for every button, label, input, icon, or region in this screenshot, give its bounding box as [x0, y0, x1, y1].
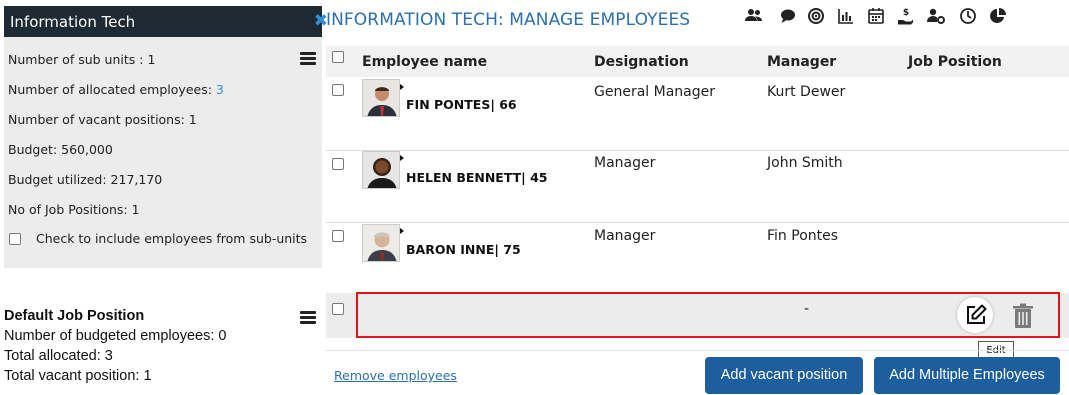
remove-employees-link[interactable]: Remove employees: [334, 368, 457, 383]
row-checkbox[interactable]: [332, 230, 344, 242]
row-checkbox[interactable]: [332, 303, 344, 315]
col-job-position[interactable]: Job Position: [908, 54, 1002, 70]
allocated-count-link[interactable]: 3: [216, 82, 224, 97]
budgeted-employees: Number of budgeted employees: 0: [4, 328, 227, 344]
manager-cell: Fin Pontes: [767, 228, 839, 244]
unit-menu-icon[interactable]: [300, 52, 316, 65]
table-row[interactable]: FIN PONTES| 66 General Manager Kurt Dewe…: [326, 77, 1069, 151]
include-sub-units-checkbox[interactable]: [9, 233, 21, 245]
avatar[interactable]: [362, 224, 400, 262]
add-vacant-position-button[interactable]: Add vacant position: [705, 357, 863, 394]
vacant-position-value: -: [804, 301, 810, 317]
trash-icon: [1013, 303, 1033, 328]
col-designation[interactable]: Designation: [594, 54, 689, 70]
employee-name[interactable]: FIN PONTES| 66: [406, 97, 517, 112]
include-sub-units-label: Check to include employees from sub-unit…: [36, 231, 308, 246]
unit-title: Information Tech: [10, 13, 136, 31]
row-checkbox[interactable]: [332, 84, 344, 96]
designation-cell: Manager: [594, 155, 656, 171]
unit-info-panel: Information Tech ✖ Number of sub units :…: [4, 6, 328, 268]
default-job-menu-icon[interactable]: [300, 311, 316, 324]
bar-chart-icon[interactable]: [836, 6, 856, 26]
table-header: Employee name Designation Manager Job Po…: [326, 46, 1069, 77]
payment-icon[interactable]: $: [896, 6, 916, 26]
manager-cell: Kurt Dewer: [767, 84, 846, 100]
employee-name[interactable]: HELEN BENNETT| 45: [406, 170, 548, 185]
job-positions-stat: No of Job Positions: 1: [8, 202, 140, 217]
avatar[interactable]: [362, 151, 400, 189]
edit-button[interactable]: [957, 297, 993, 333]
chat-icon[interactable]: [778, 6, 798, 26]
allocated-label: Number of allocated employees:: [8, 82, 216, 97]
table-row[interactable]: HELEN BENNETT| 45 Manager John Smith: [326, 151, 1069, 223]
pie-chart-icon[interactable]: [988, 6, 1008, 26]
allocated-stat: Number of allocated employees: 3: [8, 82, 224, 97]
col-employee-name[interactable]: Employee name: [362, 54, 487, 70]
default-job-title: Default Job Position: [4, 308, 145, 324]
user-settings-icon[interactable]: [926, 6, 946, 26]
unit-info-header: Information Tech ✖: [4, 6, 328, 37]
default-job-position: Default Job Position Number of budgeted …: [4, 306, 322, 386]
total-vacant: Total vacant position: 1: [4, 368, 152, 384]
clock-icon[interactable]: [958, 6, 978, 26]
delete-button[interactable]: [1012, 303, 1034, 333]
vacant-position-row[interactable]: -: [326, 292, 1069, 338]
employees-table: Employee name Designation Manager Job Po…: [326, 46, 1069, 338]
avatar[interactable]: [362, 79, 400, 117]
vacant-stat: Number of vacant positions: 1: [8, 112, 197, 127]
calendar-icon[interactable]: [866, 6, 886, 26]
designation-cell: General Manager: [594, 84, 715, 100]
select-all-checkbox[interactable]: [332, 51, 344, 63]
page-title: INFORMATION TECH: MANAGE EMPLOYEES: [326, 10, 691, 30]
budget-stat: Budget: 560,000: [8, 142, 113, 157]
sub-units-stat: Number of sub units : 1: [8, 52, 156, 67]
col-manager[interactable]: Manager: [767, 54, 836, 70]
row-checkbox[interactable]: [332, 158, 344, 170]
svg-text:$: $: [903, 8, 909, 18]
manager-cell: John Smith: [767, 155, 843, 171]
people-icon[interactable]: [744, 6, 764, 26]
total-allocated: Total allocated: 3: [4, 348, 113, 364]
budget-utilized-stat: Budget utilized: 217,170: [8, 172, 163, 187]
designation-cell: Manager: [594, 228, 656, 244]
footer-divider: [326, 350, 1069, 351]
expand-caret-icon[interactable]: [400, 228, 404, 234]
expand-caret-icon[interactable]: [400, 155, 404, 161]
add-multiple-employees-button[interactable]: Add Multiple Employees: [874, 357, 1060, 394]
target-icon[interactable]: [806, 6, 826, 26]
highlight-box: [356, 292, 1060, 338]
employee-name[interactable]: BARON INNE| 75: [406, 242, 521, 257]
edit-icon: [967, 304, 987, 324]
expand-caret-icon[interactable]: [400, 84, 404, 90]
table-row[interactable]: BARON INNE| 75 Manager Fin Pontes: [326, 223, 1069, 293]
